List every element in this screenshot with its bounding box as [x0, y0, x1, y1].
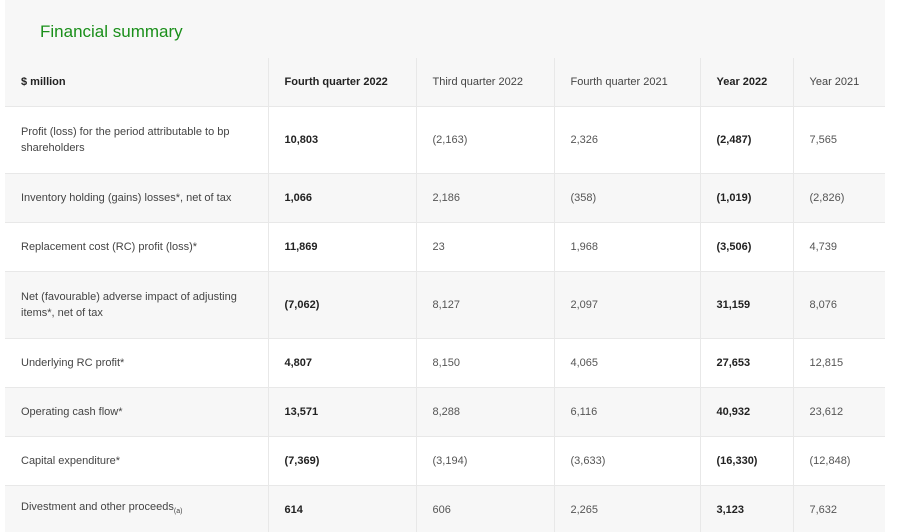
- table-cell: 606: [416, 485, 555, 532]
- row-label: Profit (loss) for the period attributabl…: [5, 106, 269, 174]
- row-label: Inventory holding (gains) losses*, net o…: [5, 173, 269, 223]
- table-cell: (3,506): [700, 222, 794, 272]
- table-row: Divestment and other proceeds(a) 614 606…: [5, 485, 885, 532]
- table-row: Profit (loss) for the period attributabl…: [5, 106, 885, 174]
- table-cell: (3,194): [416, 436, 555, 486]
- table-cell: (12,848): [793, 436, 885, 486]
- table-cell: 2,097: [554, 271, 701, 339]
- table-row: Inventory holding (gains) losses*, net o…: [5, 173, 885, 223]
- table-cell: 31,159: [700, 271, 794, 339]
- table-cell: 1,066: [268, 173, 417, 223]
- table-cell: (7,369): [268, 436, 417, 486]
- column-header: Fourth quarter 2022: [268, 58, 417, 107]
- table-cell: 11,869: [268, 222, 417, 272]
- table-cell: 27,653: [700, 338, 794, 388]
- table-cell: 2,265: [554, 485, 701, 532]
- table-cell: (2,487): [700, 106, 794, 174]
- table-cell: (2,826): [793, 173, 885, 223]
- row-label: Capital expenditure*: [5, 436, 269, 486]
- row-label: Divestment and other proceeds(a): [5, 485, 269, 532]
- table-cell: 8,076: [793, 271, 885, 339]
- column-header: Year 2021: [793, 58, 885, 107]
- column-header: Year 2022: [700, 58, 794, 107]
- table-cell: 4,807: [268, 338, 417, 388]
- row-label: Net (favourable) adverse impact of adjus…: [5, 271, 269, 339]
- table-cell: (358): [554, 173, 701, 223]
- table-cell: 13,571: [268, 387, 417, 437]
- footnote-marker: (a): [173, 508, 183, 516]
- table-cell: (2,163): [416, 106, 555, 174]
- row-label: Operating cash flow*: [5, 387, 269, 437]
- financial-summary-table: $ million Fourth quarter 2022 Third quar…: [5, 58, 885, 532]
- table-cell: (3,633): [554, 436, 701, 486]
- table-header-row: $ million Fourth quarter 2022 Third quar…: [5, 58, 885, 107]
- table-cell: (1,019): [700, 173, 794, 223]
- table-cell: 8,127: [416, 271, 555, 339]
- title-bar: Financial summary: [5, 0, 885, 58]
- table-cell: 4,065: [554, 338, 701, 388]
- table-row: Underlying RC profit* 4,807 8,150 4,065 …: [5, 338, 885, 388]
- table-cell: 7,632: [793, 485, 885, 532]
- table-cell: 3,123: [700, 485, 794, 532]
- row-label: Underlying RC profit*: [5, 338, 269, 388]
- table-cell: 6,116: [554, 387, 701, 437]
- table-cell: 7,565: [793, 106, 885, 174]
- table-row: Replacement cost (RC) profit (loss)* 11,…: [5, 222, 885, 272]
- table-cell: 8,288: [416, 387, 555, 437]
- table-row: Capital expenditure* (7,369) (3,194) (3,…: [5, 436, 885, 486]
- table-cell: (16,330): [700, 436, 794, 486]
- table-cell: 614: [268, 485, 417, 532]
- column-header: Third quarter 2022: [416, 58, 555, 107]
- column-header-unit: $ million: [5, 58, 269, 107]
- page-title: Financial summary: [40, 22, 183, 41]
- table-cell: 1,968: [554, 222, 701, 272]
- table-cell: 8,150: [416, 338, 555, 388]
- financial-summary-panel: Financial summary $ million Fourth quart…: [5, 0, 885, 532]
- table-cell: 23: [416, 222, 555, 272]
- table-cell: 10,803: [268, 106, 417, 174]
- table-row: Net (favourable) adverse impact of adjus…: [5, 271, 885, 339]
- table-cell: (7,062): [268, 271, 417, 339]
- row-label: Replacement cost (RC) profit (loss)*: [5, 222, 269, 272]
- table-row: Operating cash flow* 13,571 8,288 6,116 …: [5, 387, 885, 437]
- table-cell: 40,932: [700, 387, 794, 437]
- column-header: Fourth quarter 2021: [554, 58, 701, 107]
- table-cell: 4,739: [793, 222, 885, 272]
- table-cell: 12,815: [793, 338, 885, 388]
- table-cell: 2,326: [554, 106, 701, 174]
- table-cell: 2,186: [416, 173, 555, 223]
- row-label-text: Divestment and other proceeds: [21, 501, 174, 514]
- table-cell: 23,612: [793, 387, 885, 437]
